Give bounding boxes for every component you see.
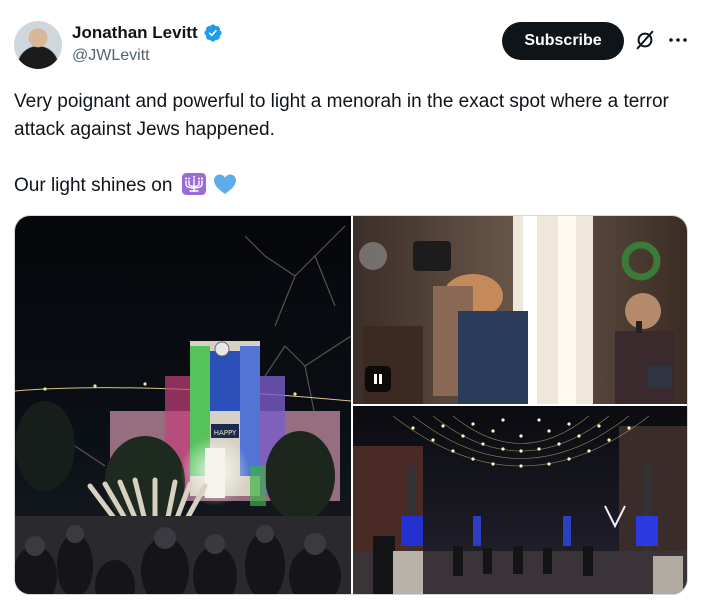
subscribe-button[interactable]: Subscribe xyxy=(502,22,624,60)
photo-lights-plaza[interactable] xyxy=(353,406,687,594)
avatar[interactable] xyxy=(14,21,62,69)
author-handle[interactable]: @JWLevitt xyxy=(72,47,150,65)
photo-menorah-building[interactable]: HAPPY xyxy=(15,216,351,594)
verified-badge-icon xyxy=(204,24,222,42)
tweet-text: Very poignant and powerful to light a me… xyxy=(14,88,694,200)
video-speaker[interactable] xyxy=(353,216,687,404)
video-pause-button[interactable] xyxy=(365,366,391,392)
svg-text:HAPPY: HAPPY xyxy=(214,429,237,437)
pause-icon xyxy=(374,374,382,384)
tweet-line-2-text: Our light shines on xyxy=(14,175,173,196)
author-name-row: Jonathan Levitt xyxy=(72,23,223,43)
tweet-line-2: Our light shines on xyxy=(14,172,694,200)
media-grid: HAPPY xyxy=(14,215,688,595)
blue-heart-emoji-icon xyxy=(213,174,236,194)
author-display-name[interactable]: Jonathan Levitt xyxy=(72,23,198,43)
video-speaker-image xyxy=(353,216,687,404)
tweet-line-1: Very poignant and powerful to light a me… xyxy=(14,91,669,140)
more-icon[interactable] xyxy=(666,28,690,52)
menorah-emoji-icon xyxy=(181,173,206,195)
photo-lights-plaza-image xyxy=(353,406,687,594)
grok-icon[interactable] xyxy=(634,29,656,51)
photo-menorah-building-image: HAPPY xyxy=(15,216,351,594)
